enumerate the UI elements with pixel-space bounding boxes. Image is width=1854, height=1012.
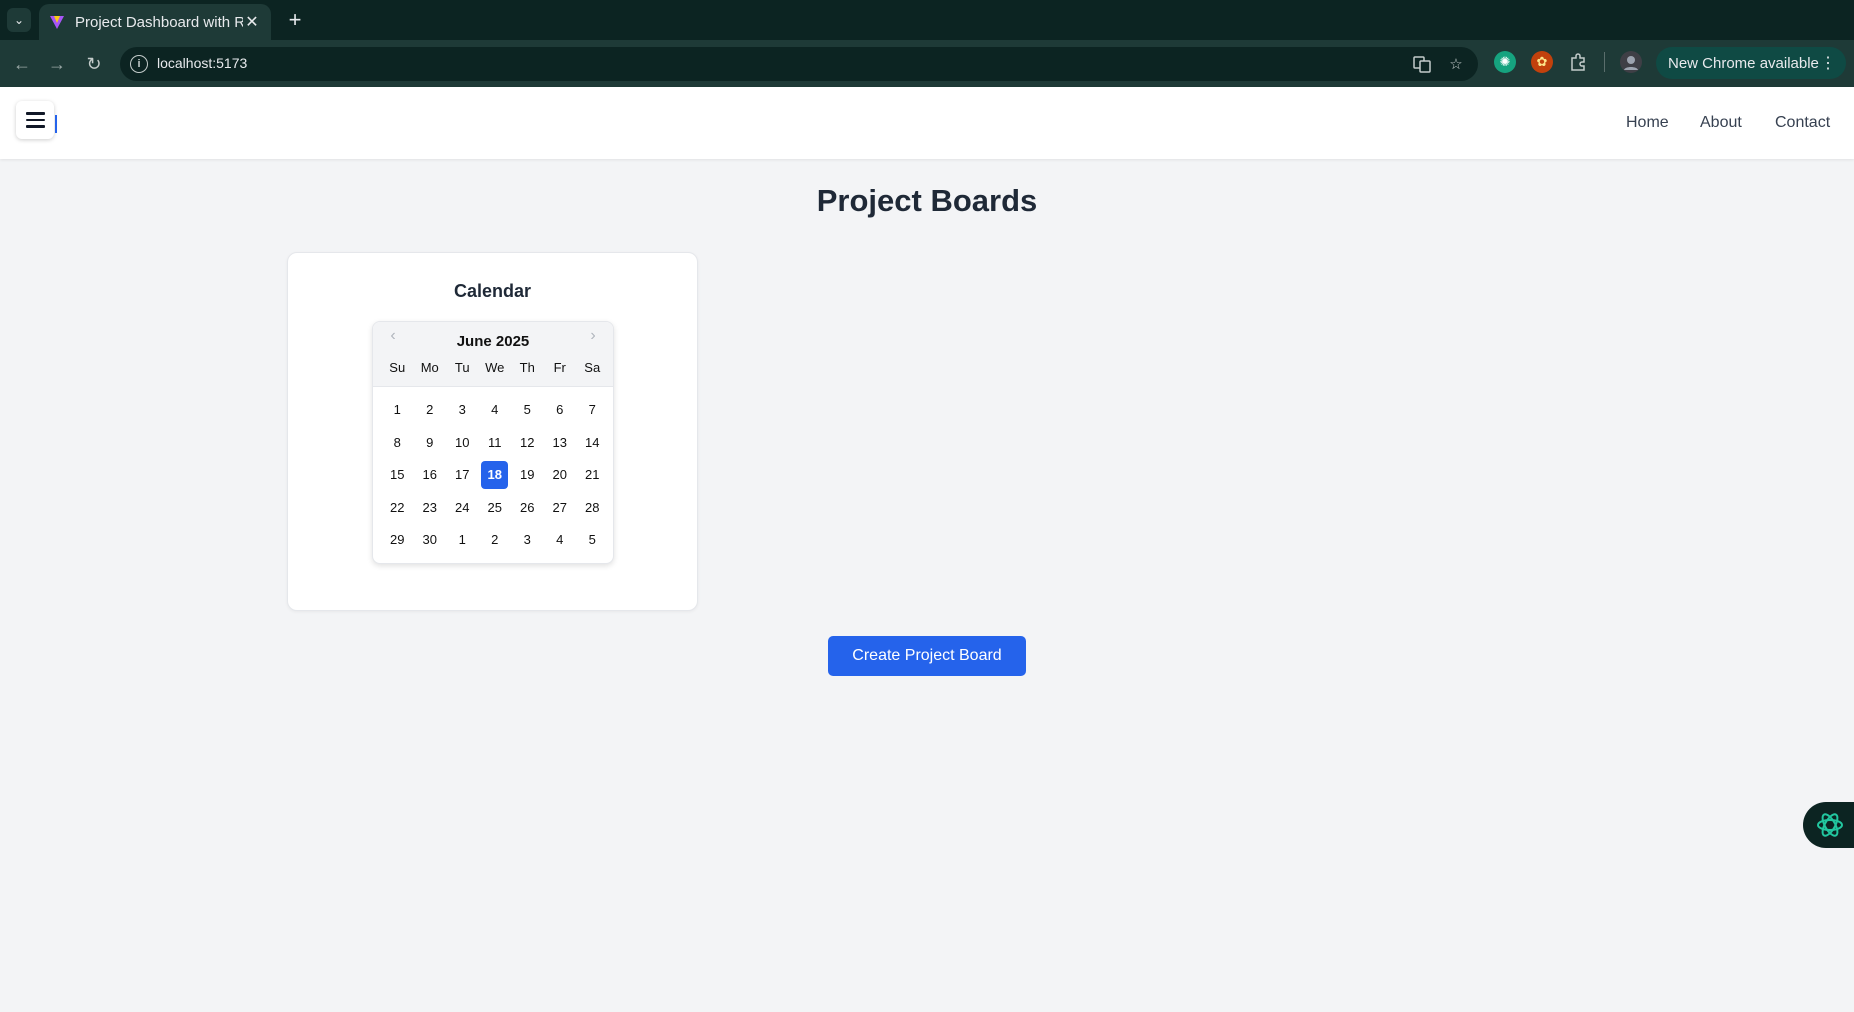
calendar-day[interactable]: 28 xyxy=(576,494,609,522)
hamburger-menu-icon[interactable] xyxy=(16,101,54,139)
tab-title: Project Dashboard with R xyxy=(75,13,243,31)
weekday-label: We xyxy=(485,360,505,375)
calendar-day[interactable]: 7 xyxy=(576,396,609,424)
address-bar[interactable]: i localhost:5173 ☆ xyxy=(120,47,1478,81)
calendar-day[interactable]: 22 xyxy=(381,494,414,522)
calendar-month-label: June 2025 xyxy=(456,333,530,350)
calendar-day[interactable]: 6 xyxy=(544,396,577,424)
forward-icon[interactable]: → xyxy=(43,50,71,78)
calendar-day[interactable]: 13 xyxy=(544,429,577,457)
create-project-board-button[interactable]: Create Project Board xyxy=(828,636,1026,676)
browser-tab[interactable]: Project Dashboard with R ✕ xyxy=(39,4,271,40)
calendar-day[interactable]: 30 xyxy=(414,526,447,554)
star-icon[interactable]: ☆ xyxy=(1446,54,1466,74)
weekday-row: Su Mo Tu We Th Fr Sa xyxy=(381,360,609,375)
tab-search-icon[interactable]: ⌄ xyxy=(7,8,31,32)
chrome-update-button[interactable]: New Chrome available ⋮ xyxy=(1656,47,1846,79)
calendar-day[interactable]: 9 xyxy=(414,429,447,457)
vite-favicon-icon xyxy=(50,16,64,29)
calendar-day[interactable]: 15 xyxy=(381,461,414,489)
calendar-day[interactable]: 11 xyxy=(479,429,512,457)
close-tab-icon[interactable]: ✕ xyxy=(243,12,261,32)
weekday-label: Mo xyxy=(420,360,439,375)
reload-icon[interactable]: ↻ xyxy=(80,50,108,78)
next-month-chevron-icon[interactable]: › xyxy=(581,325,605,347)
calendar-day[interactable]: 5 xyxy=(511,396,544,424)
text-caret xyxy=(55,115,57,133)
more-icon[interactable]: ⋮ xyxy=(1820,53,1836,73)
translate-icon[interactable] xyxy=(1412,54,1432,74)
assistant-fab[interactable] xyxy=(1803,802,1854,848)
nav-contact-link[interactable]: Contact xyxy=(1775,114,1830,132)
update-label: New Chrome available xyxy=(1668,54,1819,72)
calendar-day[interactable]: 2 xyxy=(479,526,512,554)
calendar-day[interactable]: 26 xyxy=(511,494,544,522)
puzzle-icon[interactable] xyxy=(1567,51,1589,73)
calendar-day[interactable]: 8 xyxy=(381,429,414,457)
calendar-day[interactable]: 1 xyxy=(446,526,479,554)
calendar-day[interactable]: 3 xyxy=(446,396,479,424)
back-icon[interactable]: ← xyxy=(8,50,36,78)
calendar-day[interactable]: 4 xyxy=(544,526,577,554)
calendar-day[interactable]: 21 xyxy=(576,461,609,489)
weekday-label: Fr xyxy=(553,360,566,375)
new-tab-button[interactable]: + xyxy=(281,6,309,34)
calendar-day[interactable]: 29 xyxy=(381,526,414,554)
profile-icon[interactable] xyxy=(1620,51,1642,73)
nav-home-link[interactable]: Home xyxy=(1626,114,1669,132)
toolbar-divider xyxy=(1604,52,1605,72)
calendar-card: Calendar ‹ June 2025 › Su Mo Tu We Th Fr… xyxy=(287,252,698,611)
calendar-day-selected[interactable]: 18 xyxy=(481,461,509,489)
calendar-header: ‹ June 2025 › Su Mo Tu We Th Fr Sa xyxy=(373,322,613,387)
weekday-label: Th xyxy=(519,360,535,375)
calendar-day[interactable]: 12 xyxy=(511,429,544,457)
calendar-day[interactable]: 25 xyxy=(479,494,512,522)
weekday-label: Sa xyxy=(584,360,601,375)
weekday-label: Tu xyxy=(454,360,470,375)
calendar-day[interactable]: 24 xyxy=(446,494,479,522)
calendar-day[interactable]: 16 xyxy=(414,461,447,489)
calendar-day[interactable]: 1 xyxy=(381,396,414,424)
calendar-days-grid: 1 2 3 4 5 6 7 8 9 10 11 12 13 14 15 16 17 18 19 20 21 22 23 24 2… xyxy=(381,396,609,554)
calendar-day[interactable]: 14 xyxy=(576,429,609,457)
info-icon[interactable]: i xyxy=(130,55,148,73)
calendar-day[interactable]: 3 xyxy=(511,526,544,554)
calendar-day[interactable]: 2 xyxy=(414,396,447,424)
calendar-day[interactable]: 23 xyxy=(414,494,447,522)
nav-about-link[interactable]: About xyxy=(1700,114,1742,132)
app-navbar: Home About Contact xyxy=(0,87,1854,159)
calendar-day[interactable]: 5 xyxy=(576,526,609,554)
card-title: Calendar xyxy=(453,281,532,301)
calendar-day[interactable]: 17 xyxy=(446,461,479,489)
calendar-day[interactable]: 10 xyxy=(446,429,479,457)
calendar-widget: ‹ June 2025 › Su Mo Tu We Th Fr Sa 12345… xyxy=(372,321,614,564)
openai-icon xyxy=(1817,813,1843,837)
calendar-day[interactable]: 19 xyxy=(511,461,544,489)
cookie-extension-icon[interactable]: ✿ xyxy=(1531,51,1553,73)
page-title: Project Boards xyxy=(816,183,1038,218)
url-text[interactable]: localhost:5173 xyxy=(157,55,247,71)
browser-tab-strip: ⌄ Project Dashboard with R ✕ + xyxy=(0,0,1854,40)
calendar-day[interactable]: 27 xyxy=(544,494,577,522)
calendar-day[interactable]: 20 xyxy=(544,461,577,489)
calendar-day[interactable]: 4 xyxy=(479,396,512,424)
chatgpt-extension-icon[interactable]: ✺ xyxy=(1494,51,1516,73)
weekday-label: Su xyxy=(389,360,406,375)
